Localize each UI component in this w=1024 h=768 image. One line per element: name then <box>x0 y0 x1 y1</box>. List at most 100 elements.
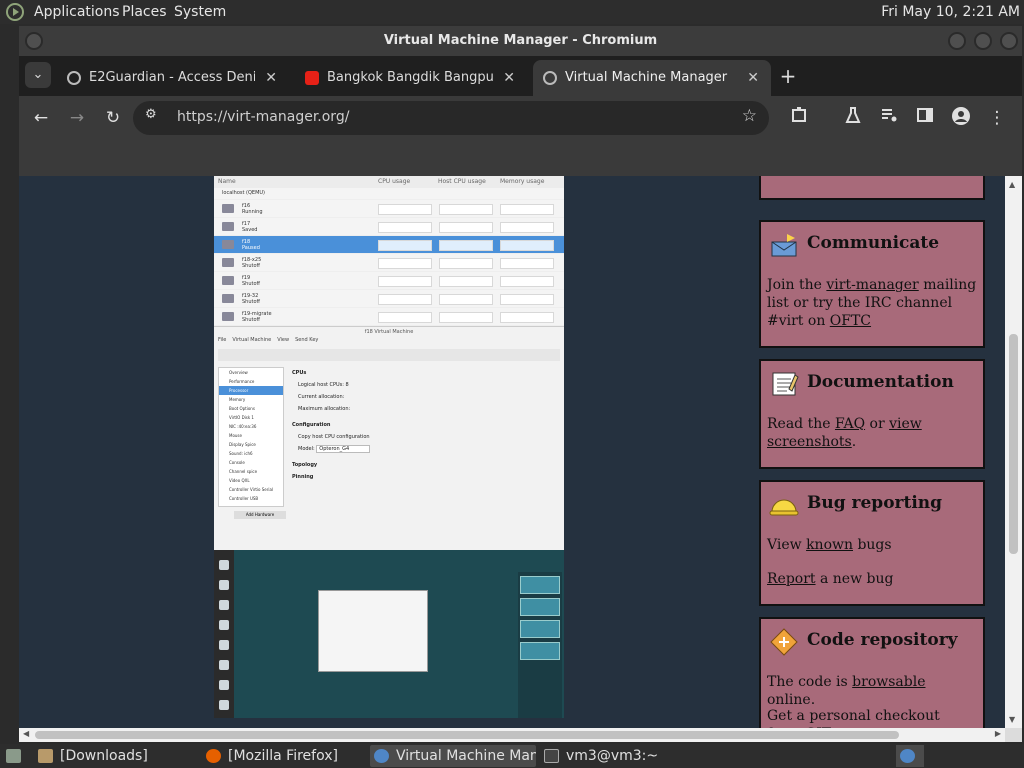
vm-monitor-icon <box>222 204 234 213</box>
scroll-up-arrow-icon[interactable]: ▲ <box>1009 180 1015 189</box>
window-menu-button[interactable] <box>25 32 43 50</box>
reload-button[interactable]: ↻ <box>101 106 125 130</box>
globe-icon <box>543 71 557 85</box>
task-firefox[interactable]: [Mozilla Firefox] <box>202 745 366 767</box>
host-cpu-graph <box>439 294 493 305</box>
bug-reporting-title: Bug reporting <box>807 493 943 513</box>
show-desktop-button[interactable] <box>2 745 24 767</box>
details-sidebar-item: Controller USB <box>229 496 259 501</box>
host-cpu-graph <box>439 276 493 287</box>
communicate-box: Communicate Join the virt-manager mailin… <box>759 220 985 348</box>
labs-flask-icon[interactable] <box>841 106 865 130</box>
tab-e2guardian[interactable]: E2Guardian - Access Denied ✕ <box>57 60 289 96</box>
host-cpu-graph <box>439 222 493 233</box>
window-title: Virtual Machine Manager - Chromium <box>383 33 658 48</box>
col-name: Name <box>218 178 236 185</box>
task-downloads[interactable]: [Downloads] <box>34 745 198 767</box>
config-heading: Configuration <box>292 422 331 428</box>
window-titlebar[interactable]: Virtual Machine Manager - Chromium <box>19 26 1022 56</box>
browser-toolbar: ← → ↻ ⚙ https://virt-manager.org/ ☆ ⋮ <box>19 96 1022 140</box>
close-window-button[interactable] <box>1000 32 1018 50</box>
address-bar[interactable]: ⚙ https://virt-manager.org/ ☆ <box>133 101 769 135</box>
bookmark-star-icon[interactable]: ☆ <box>742 106 757 126</box>
memory-graph <box>500 258 554 269</box>
tab-title: E2Guardian - Access Denied <box>89 70 255 85</box>
col-cpu: CPU usage <box>378 178 411 185</box>
maximize-button[interactable] <box>974 32 992 50</box>
cpu-max: Maximum allocation: <box>298 406 351 412</box>
vm-details-window: f18 Virtual Machine File Virtual Machine V… <box>214 326 564 550</box>
details-sidebar-item: Controller Virtio Serial <box>229 487 274 492</box>
code-repository-title: Code repository <box>807 630 958 650</box>
cpu-heading: CPUs <box>292 370 307 376</box>
pinning-heading: Pinning <box>292 474 314 480</box>
details-sidebar-item: VirtIO Disk 1 <box>229 415 254 420</box>
new-tab-button[interactable]: + <box>777 58 799 94</box>
clock[interactable]: Fri May 10, 2:21 AM <box>881 4 1020 20</box>
known-bugs-text: View known bugs <box>767 537 892 553</box>
virt-manager-link[interactable]: virt-manager <box>826 277 918 293</box>
tab-bangkok[interactable]: Bangkok Bangdik Bangpusi Ba ✕ <box>295 60 527 96</box>
details-sidebar-item: Console <box>229 460 245 465</box>
vm-list: f16 Running f17 Saved f18 Paused f18-x25 Shutof… <box>214 200 564 326</box>
minimize-button[interactable] <box>948 32 966 50</box>
report-bug-link[interactable]: Report <box>767 571 816 587</box>
firefox-icon <box>206 749 221 763</box>
host-cpu-graph <box>439 258 493 269</box>
documentation-icon <box>772 372 799 396</box>
horizontal-scrollbar[interactable]: ◀ ▶ <box>19 728 1005 742</box>
close-tab-icon[interactable]: ✕ <box>503 60 515 96</box>
places-menu[interactable]: Places <box>122 4 167 20</box>
tab-title: Bangkok Bangdik Bangpusi Ba <box>327 70 493 85</box>
documentation-title: Documentation <box>807 372 954 392</box>
site-info-icon[interactable]: ⚙ <box>145 107 157 122</box>
tab-virt-manager[interactable]: Virtual Machine Manager ✕ <box>533 60 771 96</box>
applications-menu[interactable]: Applications <box>34 4 120 20</box>
scroll-left-arrow-icon[interactable]: ◀ <box>23 729 29 738</box>
memory-graph <box>500 276 554 287</box>
forward-button[interactable]: → <box>65 106 89 130</box>
details-sidebar-item: Overview <box>229 370 248 375</box>
details-sidebar-item: Performance <box>229 379 255 384</box>
vertical-scrollbar[interactable]: ▲ ▼ <box>1005 176 1022 728</box>
known-bugs-link[interactable]: known <box>806 537 853 553</box>
folder-icon <box>38 749 53 763</box>
oftc-link[interactable]: OFTC <box>830 313 871 329</box>
side-panel-icon[interactable] <box>913 106 937 130</box>
tab-search-button[interactable]: ⌄ <box>25 62 51 88</box>
browsable-link[interactable]: browsable <box>852 674 925 690</box>
details-sidebar-item: Channel spice <box>229 469 258 474</box>
details-menubar: File Virtual Machine View Send Key <box>214 337 564 347</box>
faq-link[interactable]: FAQ <box>835 416 865 432</box>
vm-list-header: Name CPU usage Host CPU usage Memory usa… <box>214 176 564 188</box>
gnome-foot-icon[interactable] <box>6 3 24 21</box>
code-repository-box: Code repository The code is browsable on… <box>759 617 985 728</box>
tray-chromium[interactable] <box>896 745 924 767</box>
browsable-text: The code is browsable online. <box>767 674 926 708</box>
scroll-right-arrow-icon[interactable]: ▶ <box>995 729 1001 738</box>
horizontal-scroll-thumb[interactable] <box>35 731 899 739</box>
url-text[interactable]: https://virt-manager.org/ <box>177 109 349 125</box>
details-title: f18 Virtual Machine <box>364 329 414 335</box>
details-sidebar-item: Processor <box>219 386 283 395</box>
vertical-scroll-thumb[interactable] <box>1009 334 1018 554</box>
memory-graph <box>500 312 554 323</box>
virt-manager-screenshot[interactable]: Name CPU usage Host CPU usage Memory usa… <box>214 176 564 718</box>
scroll-down-arrow-icon[interactable]: ▼ <box>1009 715 1015 724</box>
more-menu-icon[interactable]: ⋮ <box>985 106 1009 130</box>
back-button[interactable]: ← <box>29 106 53 130</box>
system-menu[interactable]: System <box>174 4 226 20</box>
vm-monitor-icon <box>222 294 234 303</box>
close-tab-icon[interactable]: ✕ <box>747 60 759 96</box>
host-cpu-graph <box>439 312 493 323</box>
col-memory: Memory usage <box>500 178 545 185</box>
close-tab-icon[interactable]: ✕ <box>265 60 277 96</box>
guest-workspaces <box>518 572 562 718</box>
task-chromium[interactable]: Virtual Machine Man... <box>370 745 536 767</box>
media-controls-icon[interactable] <box>877 106 901 130</box>
task-terminal[interactable]: vm3@vm3:~ <box>540 745 704 767</box>
cpu-graph <box>378 204 432 215</box>
extensions-icon[interactable] <box>787 106 811 130</box>
profile-avatar-icon[interactable] <box>949 106 973 130</box>
add-hardware-button: Add Hardware <box>234 511 286 519</box>
